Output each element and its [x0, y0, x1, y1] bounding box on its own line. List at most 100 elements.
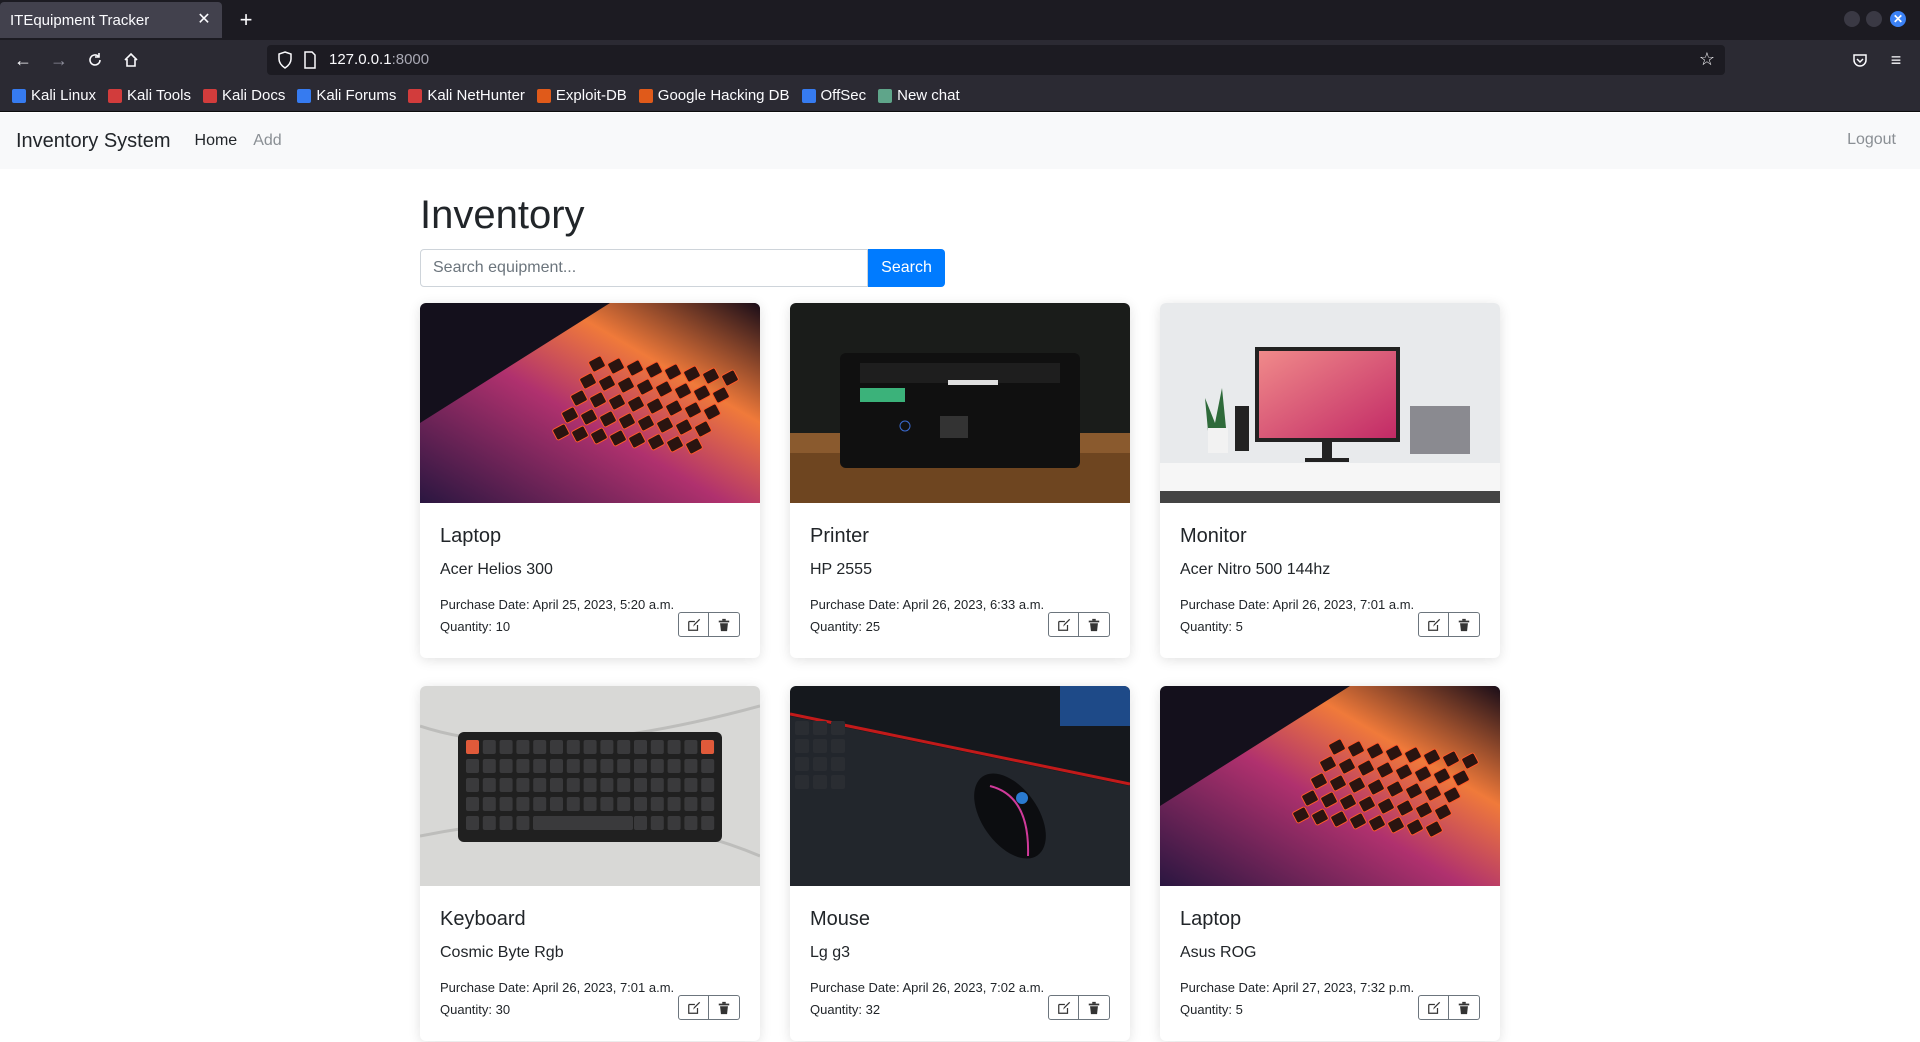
equipment-image: [420, 686, 760, 886]
equipment-image: [790, 303, 1130, 503]
edit-button[interactable]: [1418, 612, 1449, 637]
page-icon: [304, 51, 316, 69]
edit-icon: [687, 618, 701, 632]
nav-home-link[interactable]: Home: [195, 132, 238, 150]
trash-icon: [1087, 1001, 1101, 1015]
delete-button[interactable]: [709, 612, 740, 637]
bookmark-label: OffSec: [820, 87, 867, 104]
bookmark-favicon-icon: [108, 88, 123, 103]
bookmark-label: Google Hacking DB: [657, 87, 790, 104]
equipment-image: [1160, 303, 1500, 503]
maximize-window-icon[interactable]: [1866, 11, 1882, 27]
card-actions: [678, 612, 740, 637]
edit-button[interactable]: [678, 612, 709, 637]
forward-icon[interactable]: →: [47, 48, 71, 72]
quantity: Quantity: 5: [1180, 619, 1243, 634]
pocket-icon[interactable]: [1848, 48, 1872, 72]
edit-button[interactable]: [1048, 995, 1079, 1020]
card-actions: [1048, 612, 1110, 637]
card-actions: [1418, 612, 1480, 637]
quantity: Quantity: 5: [1180, 1002, 1243, 1017]
minimize-window-icon[interactable]: [1844, 11, 1860, 27]
edit-button[interactable]: [1418, 995, 1449, 1020]
nav-add-link[interactable]: Add: [253, 132, 281, 150]
quantity: Quantity: 32: [810, 1002, 881, 1017]
bookmark-label: Kali Forums: [316, 87, 397, 104]
trash-icon: [1087, 618, 1101, 632]
bookmark-item[interactable]: OffSec: [801, 87, 867, 104]
url-host: 127.0.0.1: [329, 51, 392, 68]
browser-tab-bar: ITEquipment Tracker ✕ + ✕: [0, 0, 1920, 40]
quantity: Quantity: 25: [810, 619, 881, 634]
bookmark-item[interactable]: Kali Tools: [108, 87, 191, 104]
equipment-card: Mouse Lg g3 Purchase Date: April 26, 202…: [790, 686, 1130, 1041]
bookmark-favicon-icon: [878, 88, 893, 103]
purchase-date: Purchase Date: April 26, 2023, 7:01 a.m.: [440, 980, 675, 995]
card-model: Asus ROG: [1180, 944, 1257, 961]
url-bar[interactable]: 127.0.0.1:8000 ☆: [267, 45, 1725, 75]
browser-toolbar: ← → 127.0.0.1:8000 ☆ ≡: [0, 40, 1920, 80]
bookmark-item[interactable]: Exploit-DB: [536, 87, 627, 104]
brand-link[interactable]: Inventory System: [16, 130, 171, 153]
close-window-icon[interactable]: ✕: [1890, 11, 1906, 27]
bookmark-favicon-icon: [12, 88, 26, 103]
bookmark-item[interactable]: Google Hacking DB: [638, 87, 790, 104]
url-port: :8000: [391, 51, 430, 68]
edit-icon: [1057, 618, 1071, 632]
card-title: Printer: [810, 525, 869, 547]
delete-button[interactable]: [1079, 995, 1110, 1020]
logout-link[interactable]: Logout: [1847, 131, 1896, 149]
edit-icon: [1057, 1001, 1071, 1015]
purchase-date: Purchase Date: April 26, 2023, 6:33 a.m.: [810, 597, 1045, 612]
card-actions: [678, 995, 740, 1020]
card-actions: [1418, 995, 1480, 1020]
close-tab-icon[interactable]: ✕: [194, 9, 214, 29]
app-navbar: Inventory System Home Add Logout: [0, 113, 1920, 169]
trash-icon: [717, 618, 731, 632]
search-form: Search: [420, 249, 945, 287]
delete-button[interactable]: [1449, 612, 1480, 637]
card-title: Laptop: [440, 525, 502, 547]
bookmark-label: Kali Docs: [221, 87, 286, 104]
search-button[interactable]: Search: [868, 249, 945, 287]
bookmark-item[interactable]: New chat: [878, 87, 960, 104]
card-title: Mouse: [810, 908, 871, 930]
equipment-image: [420, 303, 760, 503]
delete-button[interactable]: [1449, 995, 1480, 1020]
equipment-image: [1160, 686, 1500, 886]
bookmark-favicon-icon: [297, 88, 312, 103]
menu-icon[interactable]: ≡: [1884, 48, 1908, 72]
home-icon[interactable]: [119, 48, 143, 72]
equipment-card: Printer HP 2555 Purchase Date: April 26,…: [790, 303, 1130, 658]
new-tab-icon[interactable]: +: [234, 7, 258, 32]
purchase-date: Purchase Date: April 26, 2023, 7:01 a.m.: [1180, 597, 1415, 612]
bookmark-label: Exploit-DB: [555, 87, 627, 104]
bookmark-favicon-icon: [202, 88, 217, 103]
delete-button[interactable]: [709, 995, 740, 1020]
browser-tab[interactable]: ITEquipment Tracker ✕: [0, 2, 222, 38]
url-text[interactable]: 127.0.0.1:8000: [329, 51, 429, 68]
edit-button[interactable]: [678, 995, 709, 1020]
back-icon[interactable]: ←: [11, 48, 35, 72]
card-model: HP 2555: [810, 561, 872, 578]
bookmark-star-icon[interactable]: ☆: [1699, 49, 1715, 70]
edit-icon: [1427, 618, 1441, 632]
bookmark-item[interactable]: Kali NetHunter: [408, 87, 525, 104]
trash-icon: [717, 1001, 731, 1015]
shield-icon[interactable]: [277, 51, 293, 69]
bookmark-item[interactable]: Kali Forums: [297, 87, 396, 104]
equipment-card: Laptop Asus ROG Purchase Date: April 27,…: [1160, 686, 1500, 1041]
bookmark-label: Kali Linux: [31, 87, 97, 104]
bookmark-item[interactable]: Kali Linux: [12, 87, 96, 104]
edit-button[interactable]: [1048, 612, 1079, 637]
card-title: Keyboard: [440, 908, 526, 930]
quantity: Quantity: 30: [440, 1002, 511, 1017]
bookmark-item[interactable]: Kali Docs: [202, 87, 286, 104]
edit-icon: [1427, 1001, 1441, 1015]
tab-title: ITEquipment Tracker: [10, 11, 150, 29]
delete-button[interactable]: [1079, 612, 1110, 637]
search-input[interactable]: [420, 249, 868, 287]
card-model: Acer Nitro 500 144hz: [1180, 561, 1331, 578]
reload-icon[interactable]: [83, 48, 107, 72]
trash-icon: [1457, 618, 1471, 632]
